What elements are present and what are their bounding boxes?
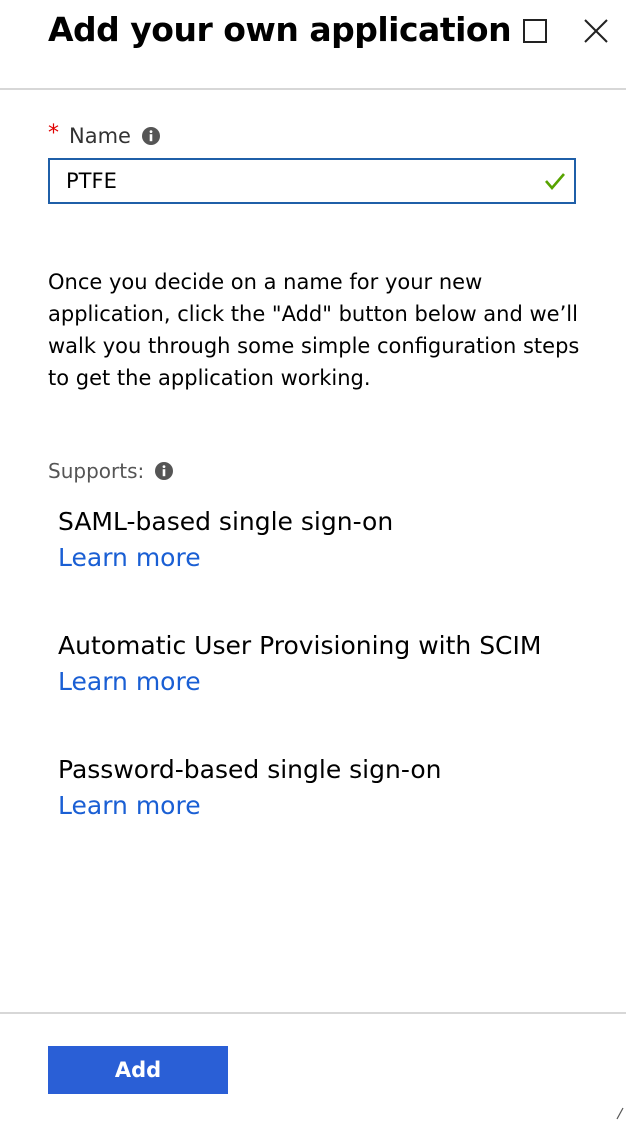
learn-more-link[interactable]: Learn more: [58, 663, 201, 701]
learn-more-link[interactable]: Learn more: [58, 539, 201, 577]
learn-more-link[interactable]: Learn more: [58, 787, 201, 825]
add-button[interactable]: Add: [48, 1046, 228, 1094]
checkmark-icon: [545, 173, 565, 190]
feature-title: SAML-based single sign-on: [58, 507, 394, 536]
maximize-button[interactable]: [522, 18, 548, 44]
name-field: [48, 158, 576, 204]
name-label: Name: [69, 124, 131, 148]
name-label-row: * Name: [48, 122, 161, 150]
feature-password-sso: Password-based single sign-on Learn more: [58, 753, 441, 825]
supports-row: Supports:: [48, 456, 174, 486]
supports-label: Supports:: [48, 459, 145, 483]
info-icon[interactable]: [141, 126, 161, 146]
required-marker: *: [48, 121, 59, 146]
feature-title: Automatic User Provisioning with SCIM: [58, 631, 542, 660]
blade-header: Add your own application: [0, 0, 626, 88]
name-input[interactable]: [50, 160, 530, 202]
footer-divider: [0, 1012, 626, 1014]
feature-title: Password-based single sign-on: [58, 755, 442, 784]
header-divider: [0, 88, 626, 90]
info-icon[interactable]: [154, 461, 174, 481]
feature-scim: Automatic User Provisioning with SCIM Le…: [58, 629, 541, 701]
feature-saml: SAML-based single sign-on Learn more: [58, 505, 393, 577]
maximize-icon: [523, 19, 547, 43]
close-icon: [584, 19, 608, 43]
page-title: Add your own application: [48, 10, 512, 49]
help-text: Once you decide on a name for your new a…: [48, 270, 580, 390]
close-button[interactable]: [583, 18, 609, 44]
resize-grip-icon[interactable]: [616, 1106, 624, 1120]
